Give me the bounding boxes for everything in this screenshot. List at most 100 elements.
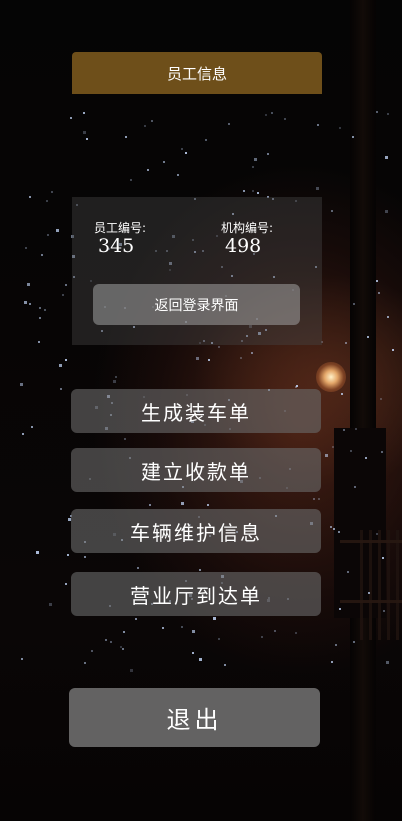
sparkle	[50, 190, 53, 193]
sparkle	[62, 293, 65, 296]
vehicle-maintenance-button[interactable]: 车辆维护信息	[71, 509, 321, 553]
sparkle	[273, 630, 276, 633]
sparkle	[383, 610, 386, 613]
exit-button[interactable]: 退出	[69, 688, 320, 747]
sparkle	[384, 156, 388, 160]
sparkle	[239, 357, 242, 360]
sparkle	[39, 316, 42, 319]
sparkle	[137, 567, 140, 570]
sparkle	[382, 557, 385, 560]
sparkle	[112, 380, 116, 384]
sparkle	[257, 191, 260, 194]
sparkle	[250, 351, 253, 354]
sparkle	[24, 300, 28, 304]
sparkle	[44, 309, 47, 312]
create-receipt-button[interactable]: 建立收款单	[71, 448, 321, 492]
sparkle	[39, 307, 42, 309]
sparkle	[224, 664, 227, 667]
sparkle	[212, 616, 216, 620]
sparkle	[121, 647, 124, 650]
sparkle	[343, 428, 346, 431]
sparkle	[162, 160, 165, 163]
sparkle	[352, 136, 355, 139]
sparkle	[70, 117, 73, 120]
employee-id-value: 345	[98, 235, 135, 257]
sparkle	[252, 189, 255, 192]
sparkle	[181, 147, 184, 150]
sparkle	[129, 179, 132, 182]
sparkle	[386, 660, 390, 664]
hall-arrival-list-button[interactable]: 营业厅到达单	[71, 572, 321, 616]
sparkle	[56, 228, 60, 232]
sparkle	[115, 375, 118, 378]
sparkle	[318, 497, 321, 500]
sparkle	[105, 639, 108, 642]
sparkle	[270, 111, 273, 114]
sparkle	[376, 533, 379, 536]
sparkle	[330, 661, 333, 664]
sparkle	[149, 504, 152, 507]
sparkle	[48, 603, 52, 607]
sparkle	[312, 498, 315, 501]
sparkle	[65, 358, 68, 361]
sparkle	[134, 618, 137, 621]
sparkle	[180, 502, 184, 506]
street-lamp-glow	[316, 362, 346, 392]
sparkle	[82, 111, 85, 114]
sparkle	[150, 120, 153, 123]
sparkle	[86, 138, 89, 141]
sparkle	[375, 280, 378, 282]
sparkle	[331, 209, 334, 212]
sparkle	[90, 649, 93, 652]
sparkle	[181, 625, 184, 628]
sparkle	[254, 158, 257, 162]
title-bar: 员工信息	[72, 52, 322, 94]
sparkle	[124, 136, 127, 139]
sparkle	[199, 569, 202, 572]
sparkle	[391, 349, 394, 352]
sparkle	[243, 190, 246, 193]
employee-id-block: 员工编号: 345	[94, 221, 146, 257]
fence	[360, 530, 402, 640]
sparkle	[29, 302, 32, 305]
sparkle	[380, 451, 383, 454]
sparkle	[355, 428, 358, 431]
sparkle	[191, 651, 194, 654]
sparkle	[261, 635, 264, 638]
sparkle	[161, 626, 164, 629]
sparkle	[31, 425, 34, 428]
sparkle	[387, 112, 390, 115]
page-title: 员工信息	[166, 64, 227, 83]
sparkle	[366, 335, 369, 338]
sparkle	[265, 114, 268, 117]
sparkle	[195, 356, 199, 360]
sparkle	[338, 530, 341, 533]
sparkle	[123, 437, 126, 440]
sparkle	[354, 486, 356, 489]
sparkle	[325, 453, 329, 457]
sparkle	[252, 165, 255, 168]
sparkle	[83, 661, 86, 664]
sparkle	[58, 363, 62, 367]
sparkle	[46, 200, 49, 203]
sparkle	[41, 253, 44, 256]
sparkle	[367, 591, 370, 594]
sparkle	[295, 631, 298, 634]
sparkle	[208, 358, 211, 361]
sparkle	[331, 446, 334, 449]
sparkle	[130, 669, 134, 673]
create-loading-list-button[interactable]: 生成装车单	[71, 389, 321, 433]
sparkle	[46, 234, 49, 237]
sparkle	[206, 503, 209, 506]
sparkle	[123, 630, 126, 633]
sparkle	[177, 174, 180, 177]
sparkle	[335, 644, 338, 647]
sparkle	[218, 346, 221, 349]
return-login-button[interactable]: 返回登录界面	[93, 284, 300, 325]
sparkle	[350, 450, 353, 453]
fence-rail	[340, 540, 402, 543]
sparkle	[338, 127, 341, 130]
sparkle	[379, 398, 382, 401]
sparkle	[347, 571, 350, 574]
org-id-label: 机构编号:	[221, 221, 274, 235]
